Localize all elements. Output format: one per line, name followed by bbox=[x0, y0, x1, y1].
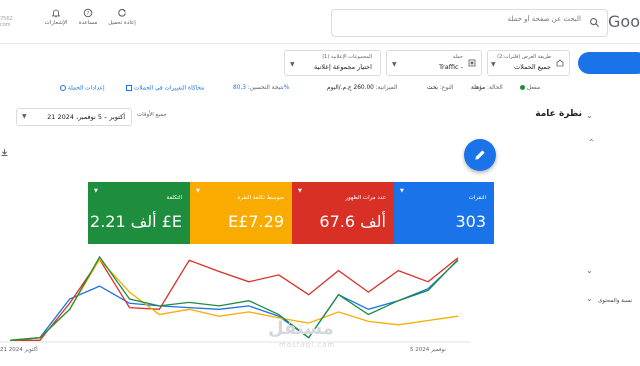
caret-down-icon: ▼ bbox=[94, 188, 98, 194]
campaign-settings-link[interactable]: إعدادات الحملة bbox=[60, 85, 105, 92]
series-line-1 bbox=[10, 257, 459, 341]
caret-down-icon: ▼ bbox=[400, 188, 404, 194]
refresh-icon bbox=[118, 8, 126, 17]
campaign-settings-label: إعدادات الحملة bbox=[67, 85, 105, 92]
adgroup-selector-value: اختيار مجموعة إعلانية bbox=[314, 63, 372, 71]
status-value: مؤهلة bbox=[471, 85, 486, 91]
budget-label: الميزانية: bbox=[375, 85, 398, 91]
help-icon: ? bbox=[83, 8, 93, 18]
page-title: نظرة عامة bbox=[535, 109, 582, 119]
view-selector[interactable]: طريقة العرض (فلترات:2) جميع الحملات ▼ bbox=[487, 50, 570, 76]
view-selector-label: طريقة العرض (فلترات:2) bbox=[497, 54, 551, 60]
refresh-button[interactable]: إعادة تحميل bbox=[102, 8, 142, 27]
watermark-logo: مستقل bbox=[268, 318, 334, 339]
svg-text:?: ? bbox=[87, 11, 90, 17]
type-label: النوع: bbox=[439, 85, 454, 91]
x-axis-end-label: 5 نوفمبر 2024 bbox=[410, 347, 446, 353]
account-line2: com bbox=[0, 22, 11, 28]
status-field: الحالة: مؤهلة bbox=[471, 85, 503, 91]
optimization-field[interactable]: نتيجة التحسين: 80.3% bbox=[233, 85, 289, 91]
series-line-3 bbox=[9, 255, 459, 341]
caret-down-icon: ▼ bbox=[298, 188, 302, 194]
metric-card-impressions[interactable]: ▼ عدد مرات الظهور 67.6 ألف bbox=[292, 182, 394, 244]
status-label: الحالة: bbox=[487, 85, 503, 91]
gear-icon bbox=[60, 85, 66, 91]
metric-value: 2.21 ألف £E bbox=[90, 212, 182, 231]
simulator-icon bbox=[126, 85, 132, 91]
performance-chart bbox=[0, 244, 500, 360]
notifications-button[interactable]: الإشعارات bbox=[36, 8, 76, 27]
metric-card-clicks[interactable]: ▼ النقرات 303 bbox=[394, 182, 494, 244]
brand-logo[interactable]: Goo bbox=[608, 12, 640, 31]
search-input[interactable] bbox=[341, 15, 581, 23]
search-icon[interactable] bbox=[589, 17, 600, 28]
account-id[interactable]: 7562 com bbox=[0, 16, 13, 28]
metric-label: متوسط تكلفة النقرة bbox=[237, 195, 284, 201]
status-dot-icon bbox=[520, 85, 525, 90]
metric-value: 67.6 ألف bbox=[319, 212, 386, 231]
enabled-label: مفعل bbox=[526, 85, 541, 91]
metric-value: E£7.29 bbox=[228, 212, 284, 231]
performance-chart-svg bbox=[0, 255, 470, 343]
caret-down-icon: ▼ bbox=[392, 61, 397, 68]
adgroup-selector[interactable]: المجموعات الإعلانية (1) اختيار مجموعة إع… bbox=[284, 50, 381, 76]
budget-field: الميزانية: 260.00 ج.م./اليوم bbox=[327, 85, 397, 91]
chevron-up-icon[interactable]: ⌃ bbox=[588, 138, 595, 147]
caret-down-icon: ▼ bbox=[22, 113, 27, 120]
campaign-selector-label: حملة bbox=[452, 54, 463, 60]
simulate-changes-label: محاكاة التغييرات في الحملات bbox=[133, 85, 205, 92]
bell-icon bbox=[51, 9, 61, 18]
notifications-label: الإشعارات bbox=[44, 20, 68, 26]
caret-down-icon: ▼ bbox=[491, 61, 496, 68]
metric-label: التكلفة bbox=[166, 195, 182, 201]
enabled-status[interactable]: مفعل bbox=[520, 85, 540, 91]
date-range-picker[interactable]: 21 أكتوبر – 5 نوفمبر، 2024 ▼ bbox=[16, 108, 132, 126]
new-campaign-button[interactable] bbox=[578, 52, 640, 74]
view-selector-value: جميع الحملات bbox=[513, 63, 551, 71]
type-field: النوع: بحث bbox=[427, 85, 453, 91]
download-icon[interactable] bbox=[0, 148, 9, 157]
type-value: بحث bbox=[427, 85, 439, 91]
metric-label: عدد مرات الظهور bbox=[345, 195, 386, 201]
simulate-changes-link[interactable]: محاكاة التغييرات في الحملات bbox=[126, 85, 204, 92]
watermark-url: mostaql.com bbox=[279, 341, 336, 349]
nav-item-content[interactable]: نسبة والمحتوى bbox=[598, 298, 632, 304]
x-axis-start-label: 21 أكتوبر 2024 bbox=[0, 347, 38, 353]
metric-card-avg-cpc[interactable]: ▼ متوسط تكلفة النقرة E£7.29 bbox=[190, 182, 292, 244]
pencil-icon bbox=[475, 150, 485, 160]
series-line-2 bbox=[9, 258, 459, 341]
date-range-label: جميع الأوقات bbox=[137, 112, 167, 118]
search-box[interactable] bbox=[331, 9, 608, 37]
metric-value: 303 bbox=[455, 212, 486, 231]
campaign-icon bbox=[468, 59, 476, 67]
home-icon bbox=[556, 59, 564, 67]
chevron-down-icon[interactable]: ⌄ bbox=[586, 111, 593, 120]
chevron-down-icon[interactable]: ⌄ bbox=[586, 266, 593, 275]
optimization-label: نتيجة التحسين: bbox=[247, 85, 284, 91]
date-range-value: 21 أكتوبر – 5 نوفمبر، 2024 bbox=[47, 113, 125, 121]
campaign-selector[interactable]: حملة Traffic - ▼ bbox=[386, 50, 482, 76]
chevron-down-icon[interactable]: ⌄ bbox=[586, 294, 593, 303]
refresh-label: إعادة تحميل bbox=[108, 20, 136, 26]
series-line-0 bbox=[9, 259, 459, 341]
edit-fab-button[interactable] bbox=[464, 139, 496, 171]
metric-card-cost[interactable]: ▼ التكلفة 2.21 ألف £E bbox=[88, 182, 190, 244]
campaign-selector-value: Traffic - bbox=[439, 63, 463, 71]
caret-down-icon: ▼ bbox=[290, 61, 295, 68]
budget-value: 260.00 ج.م./اليوم bbox=[327, 85, 374, 91]
adgroup-selector-label: المجموعات الإعلانية (1) bbox=[322, 54, 372, 60]
caret-down-icon: ▼ bbox=[196, 188, 200, 194]
metric-label: النقرات bbox=[468, 195, 486, 201]
